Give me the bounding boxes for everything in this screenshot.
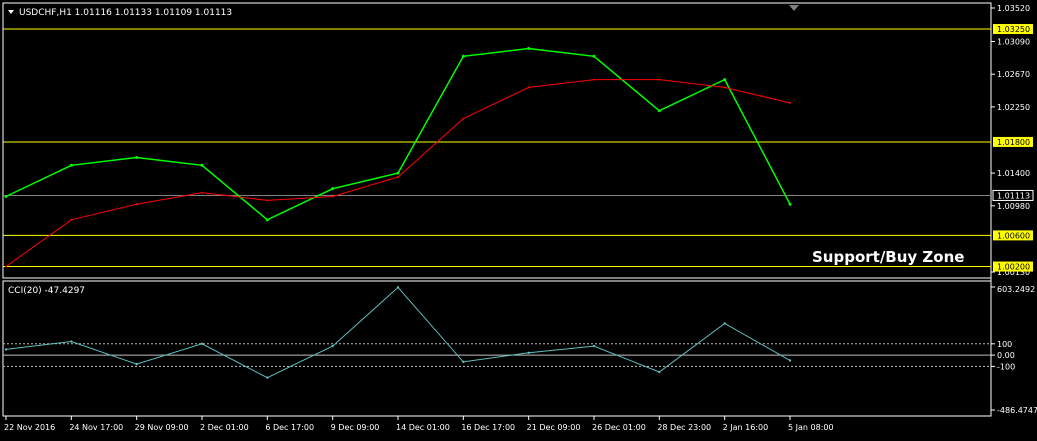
cci-point xyxy=(266,376,269,379)
cci-point xyxy=(200,342,204,346)
time-tick-label: 9 Dec 09:00 xyxy=(331,423,380,432)
level-lines xyxy=(3,28,991,268)
cci-tick-label: 100 xyxy=(997,340,1012,349)
time-axis: 22 Nov 2016 24 Nov 17:00 29 Nov 09:00 2 Dec… xyxy=(4,416,834,432)
cci-point xyxy=(723,322,726,325)
price-axis: 1.03520 1.03090 1.02670 1.02250 1.01400 1.009… xyxy=(991,4,1034,277)
level-price-label: 1.01800 xyxy=(997,138,1030,147)
price-point xyxy=(723,78,727,82)
time-tick-label: 29 Nov 09:00 xyxy=(135,423,189,432)
time-tick-label: 16 Dec 17:00 xyxy=(461,423,515,432)
time-tick-label: 28 Dec 23:00 xyxy=(657,423,711,432)
cci-tick-label: 0.00 xyxy=(997,351,1015,360)
ma-point xyxy=(397,175,399,178)
symbol-menu-icon[interactable] xyxy=(8,10,14,14)
level-price-label: 1.03250 xyxy=(997,25,1030,34)
cci-point xyxy=(70,340,73,343)
price-point xyxy=(396,171,400,175)
time-tick-label: 22 Nov 2016 xyxy=(4,423,55,432)
cci-axis: 603.2492 100 0.00 -100 -486.4747 xyxy=(991,285,1037,415)
chart-window[interactable]: USDCHF,H1 1.01116 1.01133 1.01109 1.0111… xyxy=(0,0,1037,441)
price-point xyxy=(657,109,661,113)
ma-point xyxy=(135,203,138,206)
ma-point xyxy=(593,78,595,81)
ma-point xyxy=(723,86,726,89)
cci-point xyxy=(658,370,661,374)
level-price-label: 1.00600 xyxy=(997,231,1030,240)
time-tick-label: 14 Dec 01:00 xyxy=(396,423,450,432)
cci-header: CCI(20) -47.4297 xyxy=(8,286,85,296)
cci-point xyxy=(592,344,596,348)
price-tick-label: 1.01400 xyxy=(997,169,1030,178)
time-tick-label: 6 Dec 17:00 xyxy=(265,423,314,432)
time-tick-label: 2 Dec 01:00 xyxy=(200,423,249,432)
price-point xyxy=(527,46,531,50)
price-point xyxy=(331,187,335,191)
current-price-label: 1.01113 xyxy=(997,191,1030,200)
cci-point xyxy=(462,360,465,364)
time-tick-label: 5 Jan 08:00 xyxy=(788,423,834,432)
price-tick-label: 1.02250 xyxy=(997,103,1030,112)
cci-panel-frame xyxy=(2,280,992,417)
price-point xyxy=(69,163,73,167)
cci-point xyxy=(527,351,530,355)
cci-tick-label: -100 xyxy=(997,362,1015,371)
time-tick-label: 26 Dec 01:00 xyxy=(592,423,646,432)
price-tick-label: 1.03090 xyxy=(997,37,1030,46)
ma-point xyxy=(331,195,334,198)
ma-point xyxy=(201,191,203,194)
ma-point xyxy=(527,86,530,89)
level-price-label: 1.00200 xyxy=(997,263,1030,272)
price-tick-label: 1.02670 xyxy=(997,70,1030,79)
price-point xyxy=(4,194,8,198)
time-tick-label: 24 Nov 17:00 xyxy=(69,423,123,432)
cci-line xyxy=(5,286,791,379)
cci-series xyxy=(3,286,991,379)
main-header: USDCHF,H1 1.01116 1.01133 1.01109 1.0111… xyxy=(19,8,232,18)
ma-point xyxy=(5,265,7,268)
shift-marker-icon[interactable] xyxy=(789,5,799,11)
price-tick-label: 1.03520 xyxy=(997,4,1030,13)
ma-point xyxy=(658,78,661,81)
price-point xyxy=(461,54,465,58)
time-tick-label: 2 Jan 16:00 xyxy=(723,423,769,432)
price-line xyxy=(5,47,791,221)
cci-point xyxy=(396,286,400,289)
price-point xyxy=(200,163,204,167)
cci-point xyxy=(331,344,334,348)
cci-point xyxy=(135,362,138,366)
price-point xyxy=(592,54,596,58)
cci-tick-label: -486.4747 xyxy=(997,406,1037,415)
cci-tick-label: 603.2492 xyxy=(997,285,1035,294)
time-tick-label: 21 Dec 09:00 xyxy=(527,423,581,432)
price-tick-label: 1.00980 xyxy=(997,202,1030,211)
cci-point xyxy=(788,359,792,362)
ma-point xyxy=(462,117,465,120)
support-zone-annotation: Support/Buy Zone xyxy=(812,248,964,266)
price-series xyxy=(4,46,792,268)
ma-point xyxy=(70,218,73,221)
price-point xyxy=(788,202,792,206)
main-panel-frame xyxy=(2,2,992,279)
cci-point xyxy=(4,348,8,351)
price-point xyxy=(265,218,269,222)
ma-point xyxy=(266,199,269,202)
ma-point xyxy=(789,102,791,105)
price-point xyxy=(135,156,139,160)
